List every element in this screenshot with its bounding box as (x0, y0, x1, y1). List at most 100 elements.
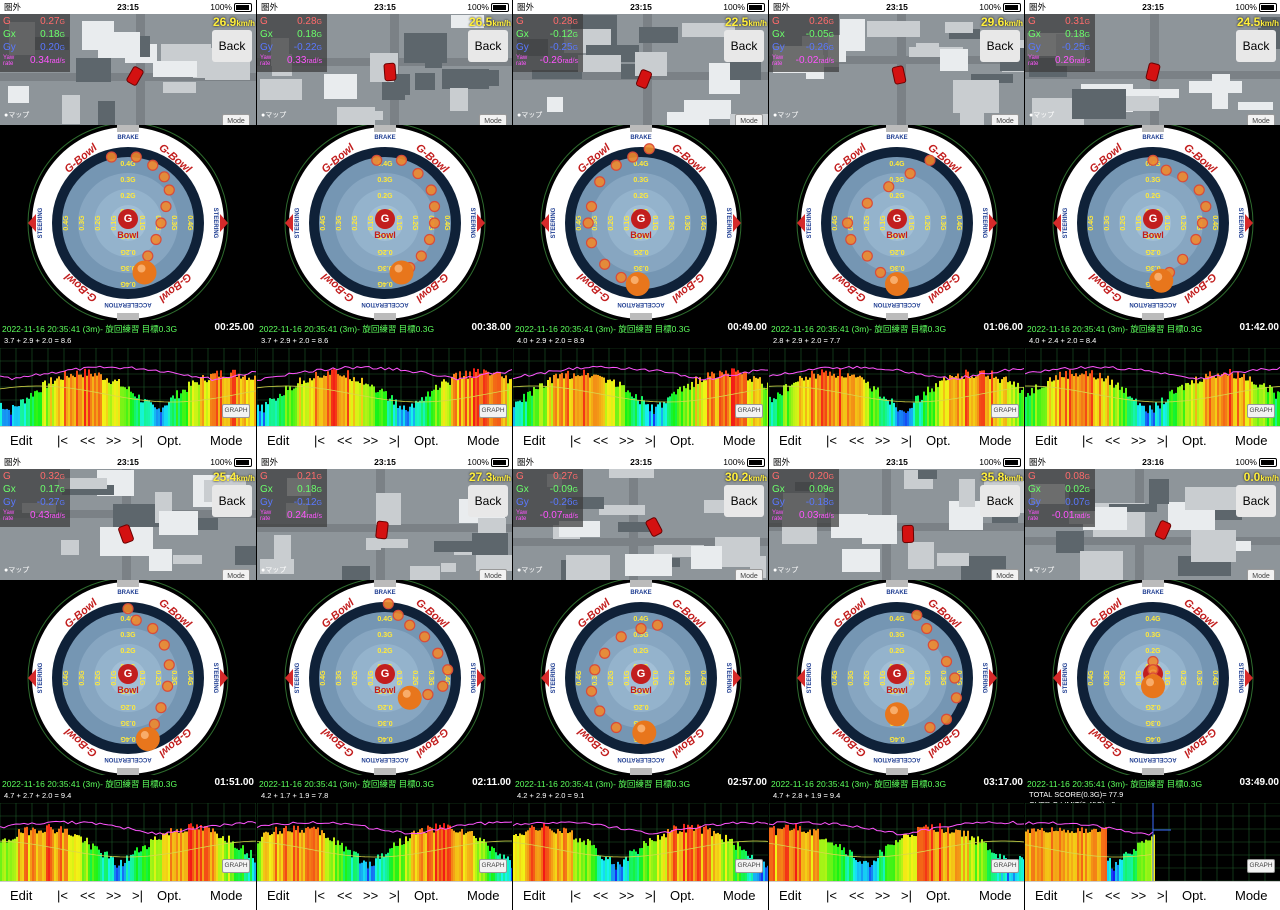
mode-button[interactable]: Mode (1235, 888, 1268, 903)
map-mode-button[interactable]: Mode (1247, 569, 1275, 580)
fast-forward-button[interactable]: >> (875, 433, 890, 448)
map-mode-button[interactable]: Mode (222, 114, 250, 125)
rewind-button[interactable]: << (593, 888, 608, 903)
g-history-graph[interactable]: GRAPH (1025, 803, 1280, 881)
map-mode-button[interactable]: Mode (479, 114, 507, 125)
mode-button[interactable]: Mode (979, 433, 1012, 448)
back-button[interactable]: Back (468, 485, 508, 517)
mode-button[interactable]: Mode (210, 433, 243, 448)
skip-to-end-button[interactable]: >| (901, 888, 912, 903)
skip-to-end-button[interactable]: >| (389, 433, 400, 448)
skip-to-start-button[interactable]: |< (1082, 433, 1093, 448)
fast-forward-button[interactable]: >> (1131, 433, 1146, 448)
back-button[interactable]: Back (468, 30, 508, 62)
map-mode-button[interactable]: Mode (479, 569, 507, 580)
fast-forward-button[interactable]: >> (875, 888, 890, 903)
graph-button[interactable]: GRAPH (735, 859, 763, 873)
fast-forward-button[interactable]: >> (619, 433, 634, 448)
g-history-graph[interactable]: GRAPH (769, 803, 1024, 881)
rewind-button[interactable]: << (337, 888, 352, 903)
map-mode-button[interactable]: Mode (991, 114, 1019, 125)
edit-button[interactable]: Edit (10, 888, 32, 903)
g-history-graph[interactable]: GRAPH (513, 348, 768, 426)
g-history-graph[interactable]: GRAPH (0, 348, 256, 426)
edit-button[interactable]: Edit (10, 433, 32, 448)
rewind-button[interactable]: << (849, 888, 864, 903)
skip-to-end-button[interactable]: >| (645, 433, 656, 448)
skip-to-start-button[interactable]: |< (570, 433, 581, 448)
rewind-button[interactable]: << (849, 433, 864, 448)
graph-button[interactable]: GRAPH (479, 404, 507, 418)
skip-to-start-button[interactable]: |< (57, 888, 68, 903)
options-button[interactable]: Opt. (926, 433, 951, 448)
skip-to-start-button[interactable]: |< (826, 433, 837, 448)
graph-button[interactable]: GRAPH (479, 859, 507, 873)
graph-button[interactable]: GRAPH (1247, 404, 1275, 418)
graph-button[interactable]: GRAPH (222, 859, 250, 873)
skip-to-start-button[interactable]: |< (570, 888, 581, 903)
back-button[interactable]: Back (724, 30, 764, 62)
graph-button[interactable]: GRAPH (991, 404, 1019, 418)
options-button[interactable]: Opt. (1182, 433, 1207, 448)
g-history-graph[interactable]: GRAPH (257, 803, 512, 881)
mode-button[interactable]: Mode (1235, 433, 1268, 448)
graph-button[interactable]: GRAPH (735, 404, 763, 418)
graph-button[interactable]: GRAPH (222, 404, 250, 418)
rewind-button[interactable]: << (337, 433, 352, 448)
rewind-button[interactable]: << (1105, 433, 1120, 448)
map-mode-button[interactable]: Mode (735, 114, 763, 125)
skip-to-end-button[interactable]: >| (1157, 433, 1168, 448)
back-button[interactable]: Back (980, 485, 1020, 517)
fast-forward-button[interactable]: >> (1131, 888, 1146, 903)
g-history-graph[interactable]: GRAPH (257, 348, 512, 426)
edit-button[interactable]: Edit (523, 433, 545, 448)
g-history-graph[interactable]: GRAPH (769, 348, 1024, 426)
options-button[interactable]: Opt. (670, 433, 695, 448)
back-button[interactable]: Back (212, 485, 252, 517)
edit-button[interactable]: Edit (267, 433, 289, 448)
options-button[interactable]: Opt. (414, 433, 439, 448)
options-button[interactable]: Opt. (1182, 888, 1207, 903)
fast-forward-button[interactable]: >> (363, 888, 378, 903)
back-button[interactable]: Back (1236, 485, 1276, 517)
rewind-button[interactable]: << (80, 888, 95, 903)
mode-button[interactable]: Mode (210, 888, 243, 903)
mode-button[interactable]: Mode (467, 888, 500, 903)
edit-button[interactable]: Edit (779, 433, 801, 448)
edit-button[interactable]: Edit (267, 888, 289, 903)
mode-button[interactable]: Mode (979, 888, 1012, 903)
options-button[interactable]: Opt. (414, 888, 439, 903)
options-button[interactable]: Opt. (670, 888, 695, 903)
skip-to-end-button[interactable]: >| (389, 888, 400, 903)
skip-to-end-button[interactable]: >| (645, 888, 656, 903)
map-mode-button[interactable]: Mode (991, 569, 1019, 580)
fast-forward-button[interactable]: >> (106, 433, 121, 448)
rewind-button[interactable]: << (1105, 888, 1120, 903)
skip-to-end-button[interactable]: >| (901, 433, 912, 448)
graph-button[interactable]: GRAPH (1247, 859, 1275, 873)
fast-forward-button[interactable]: >> (619, 888, 634, 903)
graph-button[interactable]: GRAPH (991, 859, 1019, 873)
g-history-graph[interactable]: GRAPH (0, 803, 256, 881)
skip-to-end-button[interactable]: >| (1157, 888, 1168, 903)
skip-to-start-button[interactable]: |< (57, 433, 68, 448)
fast-forward-button[interactable]: >> (363, 433, 378, 448)
skip-to-start-button[interactable]: |< (314, 888, 325, 903)
back-button[interactable]: Back (724, 485, 764, 517)
mode-button[interactable]: Mode (723, 888, 756, 903)
mode-button[interactable]: Mode (723, 433, 756, 448)
mode-button[interactable]: Mode (467, 433, 500, 448)
options-button[interactable]: Opt. (926, 888, 951, 903)
g-history-graph[interactable]: GRAPH (513, 803, 768, 881)
g-history-graph[interactable]: GRAPH (1025, 348, 1280, 426)
edit-button[interactable]: Edit (779, 888, 801, 903)
back-button[interactable]: Back (980, 30, 1020, 62)
map-mode-button[interactable]: Mode (1247, 114, 1275, 125)
edit-button[interactable]: Edit (1035, 433, 1057, 448)
edit-button[interactable]: Edit (523, 888, 545, 903)
rewind-button[interactable]: << (80, 433, 95, 448)
map-mode-button[interactable]: Mode (735, 569, 763, 580)
options-button[interactable]: Opt. (157, 433, 182, 448)
options-button[interactable]: Opt. (157, 888, 182, 903)
skip-to-end-button[interactable]: >| (132, 433, 143, 448)
